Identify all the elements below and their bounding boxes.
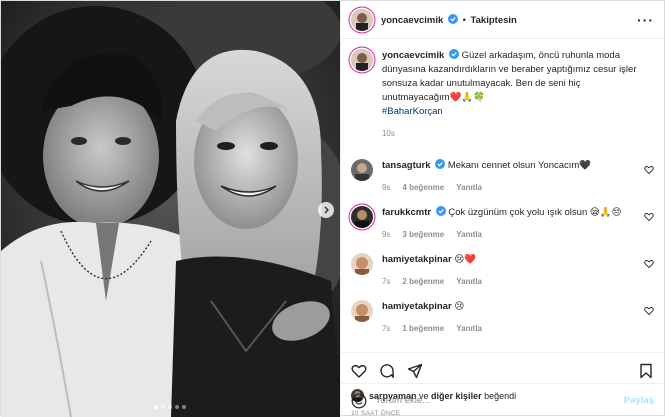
- caption-avatar[interactable]: [350, 49, 373, 71]
- post-sidebar: yoncaevcimik • Takiptesin ··· yoncaevcim…: [339, 1, 664, 417]
- author-avatar[interactable]: [350, 8, 373, 31]
- commenter-avatar[interactable]: [350, 159, 373, 181]
- post-photo: [1, 1, 340, 417]
- add-comment-bar: Paylaş: [340, 383, 664, 417]
- verified-icon: [435, 159, 446, 169]
- caption-username[interactable]: yoncaevcimik: [382, 50, 444, 61]
- avatar-image: [350, 49, 373, 71]
- reply-button[interactable]: Yanıtla: [456, 228, 482, 242]
- comment-time[interactable]: 9s: [382, 181, 390, 195]
- carousel-dot: [168, 405, 173, 409]
- avatar-image: [350, 300, 373, 322]
- heart-icon[interactable]: [351, 363, 367, 379]
- carousel-dot: [161, 405, 166, 409]
- post-media[interactable]: [1, 1, 340, 417]
- carousel-indicator: [1, 405, 340, 409]
- comment-text: Çok üzgünüm çok yolu ışık olsun 😪🙏😔: [448, 207, 622, 218]
- comment-likes[interactable]: 3 beğenme: [402, 228, 444, 242]
- more-icon[interactable]: ···: [637, 13, 654, 27]
- comment-likes[interactable]: 2 beğenme: [402, 275, 444, 289]
- heart-icon[interactable]: [644, 212, 654, 222]
- caption-time[interactable]: 10s: [382, 127, 395, 141]
- heart-icon[interactable]: [644, 306, 654, 316]
- comment-time[interactable]: 7s: [382, 322, 390, 336]
- comment-icon[interactable]: [379, 363, 395, 379]
- comment-username[interactable]: hamiyetakpinar: [382, 301, 452, 312]
- carousel-dot: [182, 405, 187, 409]
- avatar-image: [350, 206, 373, 228]
- chevron-right-icon: [324, 206, 329, 214]
- heart-icon[interactable]: [644, 259, 654, 269]
- commenter-avatar[interactable]: [350, 300, 373, 322]
- bookmark-icon[interactable]: [638, 363, 654, 379]
- share-icon[interactable]: [407, 363, 423, 379]
- comment-text: 😢: [454, 301, 465, 312]
- caption-body: yoncaevcimik Güzel arkadaşım, öncü ruhun…: [382, 49, 654, 141]
- reply-button[interactable]: Yanıtla: [456, 322, 482, 336]
- carousel-dot: [175, 405, 180, 409]
- avatar-image: [350, 159, 373, 181]
- commenter-avatar[interactable]: [350, 206, 373, 228]
- heart-icon[interactable]: [644, 165, 654, 175]
- post-comment-button[interactable]: Paylaş: [624, 395, 654, 406]
- instagram-post-dialog: yoncaevcimik • Takiptesin ··· yoncaevcim…: [0, 0, 665, 417]
- comment-username[interactable]: farukkcmtr: [382, 207, 431, 218]
- comment-input[interactable]: [374, 395, 616, 406]
- author-username[interactable]: yoncaevcimik: [381, 15, 443, 26]
- comment-likes[interactable]: 1 beğenme: [402, 322, 444, 336]
- comment-time[interactable]: 7s: [382, 275, 390, 289]
- author-info: yoncaevcimik • Takiptesin: [381, 13, 517, 26]
- comment-text: 😢❤️: [454, 254, 477, 265]
- carousel-dot: [154, 405, 159, 409]
- comment-item: farukkcmtr Çok üzgünüm çok yolu ışık ols…: [350, 206, 654, 242]
- verified-icon: [448, 49, 459, 59]
- commenter-avatar[interactable]: [350, 253, 373, 275]
- comment-item: tansagturk Mekanı cennet olsun Yoncacım🖤…: [350, 159, 654, 195]
- reply-button[interactable]: Yanıtla: [456, 181, 482, 195]
- comment-item: hamiyetakpinar 😢 7s 1 beğenme Yanıtla: [350, 300, 654, 336]
- comment-item: hamiyetakpinar 😢❤️ 7s 2 beğenme Yanıtla: [350, 253, 654, 289]
- follow-status[interactable]: Takiptesin: [471, 15, 517, 26]
- comment-list: yoncaevcimik Güzel arkadaşım, öncü ruhun…: [341, 39, 664, 352]
- comment-text: Mekanı cennet olsun Yoncacım🖤: [447, 160, 592, 171]
- verified-icon: [447, 13, 458, 24]
- comment-username[interactable]: tansagturk: [382, 160, 431, 171]
- comment-username[interactable]: hamiyetakpinar: [382, 254, 452, 265]
- next-slide-button[interactable]: [318, 202, 334, 218]
- avatar-image: [350, 253, 373, 275]
- caption: yoncaevcimik Güzel arkadaşım, öncü ruhun…: [350, 49, 654, 141]
- emoji-icon[interactable]: [351, 393, 367, 409]
- hashtag-link[interactable]: #BaharKorçan: [382, 106, 443, 117]
- post-header: yoncaevcimik • Takiptesin ···: [340, 1, 664, 39]
- separator: •: [462, 14, 466, 26]
- comment-time[interactable]: 9s: [382, 228, 390, 242]
- reply-button[interactable]: Yanıtla: [456, 275, 482, 289]
- comment-likes[interactable]: 4 beğenme: [402, 181, 444, 195]
- avatar-image: [350, 8, 373, 31]
- verified-icon: [435, 206, 446, 216]
